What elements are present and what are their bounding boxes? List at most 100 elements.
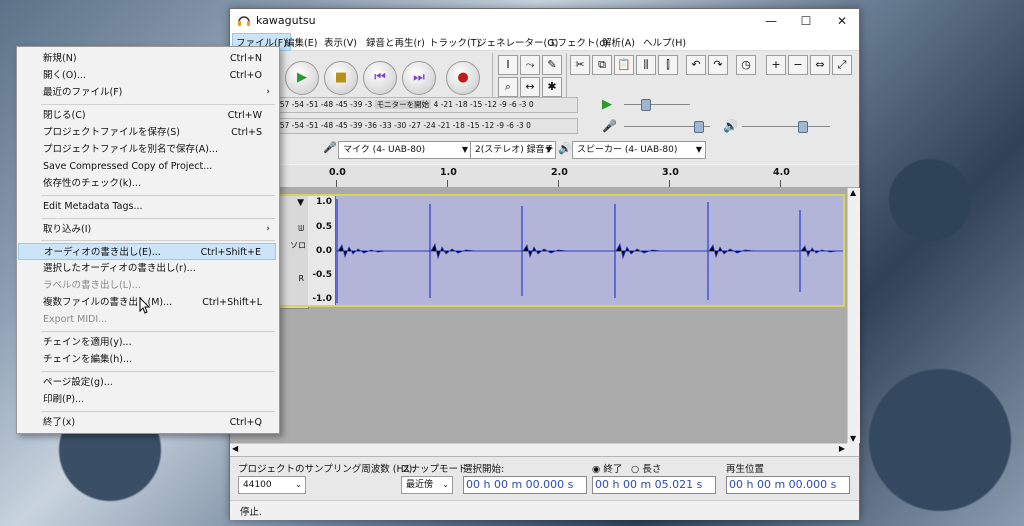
draw-tool-icon[interactable]: ✎	[542, 55, 562, 75]
multi-tool-icon[interactable]: ✱	[542, 77, 562, 97]
skip-end-button[interactable]: ⏭	[402, 61, 436, 95]
recording-volume-thumb[interactable]	[694, 121, 704, 133]
channels-select[interactable]: 2(ステレオ) 録音チ ▼	[470, 141, 556, 159]
stop-button[interactable]: ■	[324, 61, 358, 95]
speaker-volume-icon: 🔊	[723, 119, 738, 133]
maximize-button[interactable]: ☐	[790, 9, 822, 33]
menu-separator	[41, 240, 275, 241]
timeline-ruler[interactable]: 0.0 1.0 2.0 3.0 4.0	[230, 165, 859, 188]
playback-device-select[interactable]: スピーカー (4- UAB-80) ▼	[572, 141, 706, 159]
menu-help[interactable]: ヘルプ(H)	[643, 35, 686, 49]
zoom-out-icon[interactable]: −	[788, 55, 808, 75]
play-button[interactable]: ▶	[285, 61, 319, 95]
ruler-tick	[336, 180, 337, 187]
horizontal-scrollbar[interactable]: ◀ ▶	[230, 443, 847, 456]
play-speed-thumb[interactable]	[641, 99, 651, 111]
menu-separator	[41, 371, 275, 372]
menu-transport[interactable]: 録音と再生(r)	[366, 35, 425, 49]
menu-item-new[interactable]: 新規(N) Ctrl+N	[18, 50, 276, 67]
fit-selection-icon[interactable]: ⇔	[810, 55, 830, 75]
menu-item-apply-chain[interactable]: チェインを適用(y)...	[18, 334, 276, 351]
menu-item-recent-files[interactable]: 最近のファイル(F) ›	[18, 84, 276, 101]
menu-item-open[interactable]: 開く(O)... Ctrl+O	[18, 67, 276, 84]
headphones-icon	[238, 16, 250, 26]
timeshift-tool-icon[interactable]: ↔	[520, 77, 540, 97]
menu-edit[interactable]: 編集(E)	[285, 35, 317, 49]
cut-icon[interactable]: ✂	[570, 55, 590, 75]
menu-analyze[interactable]: 解析(A)	[602, 35, 635, 49]
recording-device-select[interactable]: マイク (4- UAB-80) ▼	[338, 141, 472, 159]
audacity-window: kawagutsu — ☐ ✕ ファイル(F) 編集(E) 表示(V) 録音と再…	[229, 8, 860, 520]
menu-item-save-project[interactable]: プロジェクトファイルを保存(S) Ctrl+S	[18, 124, 276, 141]
menu-item-check-dependencies[interactable]: 依存性のチェック(k)...	[18, 175, 276, 192]
record-button[interactable]: ●	[446, 61, 480, 95]
undo-icon[interactable]: ↶	[686, 55, 706, 75]
close-button[interactable]: ✕	[826, 9, 858, 33]
playback-meter[interactable]: -57 -54 -51 -48 -45 -39 -36 -33 -30 -27 …	[274, 118, 578, 134]
copy-icon[interactable]: ⧉	[592, 55, 612, 75]
trim-icon[interactable]: ⫼	[636, 55, 656, 75]
envelope-tool-icon[interactable]: ⤳	[520, 55, 540, 75]
status-bar: 停止.	[230, 500, 859, 520]
menu-bar: ファイル(F) 編集(E) 表示(V) 録音と再生(r) トラック(T) ジェネ…	[230, 33, 859, 51]
submenu-arrow-icon: ›	[266, 87, 270, 97]
chevron-down-icon: ▼	[545, 145, 552, 154]
minimize-button[interactable]: —	[755, 9, 787, 33]
menu-separator	[41, 218, 275, 219]
menu-item-save-project-as[interactable]: プロジェクトファイルを別名で保存(A)...	[18, 141, 276, 158]
record-meter[interactable]: -57 -54 -51 -48 -45 -39 -3 モニターを開始 4 -21…	[274, 97, 578, 113]
zoom-in-icon[interactable]: +	[766, 55, 786, 75]
scroll-up-icon[interactable]: ▲	[850, 188, 856, 197]
menu-item-edit-chains[interactable]: チェインを編集(h)...	[18, 351, 276, 368]
solo-button[interactable]: ソロ	[290, 240, 306, 251]
vertical-scrollbar[interactable]: ▲ ▼	[847, 188, 860, 443]
play-at-speed-icon[interactable]: ▶	[602, 97, 612, 112]
menu-item-save-compressed[interactable]: Save Compressed Copy of Project...	[18, 158, 276, 175]
menu-tracks[interactable]: トラック(T)	[429, 35, 480, 49]
paste-icon[interactable]: 📋	[614, 55, 634, 75]
play-speed-slider[interactable]	[624, 104, 690, 105]
menu-item-close[interactable]: 閉じる(C) Ctrl+W	[18, 107, 276, 124]
silence-icon[interactable]: ⫿	[658, 55, 678, 75]
redo-icon[interactable]: ↷	[708, 55, 728, 75]
audio-position-time[interactable]: 00 h 00 m 00.000 s	[726, 476, 850, 494]
select-tool-icon[interactable]: I	[498, 55, 518, 75]
selection-start-label: 選択開始:	[463, 464, 505, 475]
scroll-down-icon[interactable]: ▼	[850, 434, 856, 443]
project-rate-select[interactable]: 44100 ⌄	[238, 476, 306, 494]
selection-start-time[interactable]: 00 h 00 m 00.000 s	[463, 476, 587, 494]
waveform[interactable]	[336, 196, 843, 306]
ruler-tick	[558, 180, 559, 187]
menu-item-print[interactable]: 印刷(P)...	[18, 391, 276, 408]
scroll-right-icon[interactable]: ▶	[839, 444, 845, 453]
playback-volume-slider[interactable]	[742, 126, 830, 127]
menu-generate[interactable]: ジェネレーター(G)	[477, 35, 558, 49]
end-radio[interactable]: ◉ 終了	[592, 461, 622, 475]
ruler-label: 0.0	[329, 167, 346, 178]
ruler-tick	[447, 180, 448, 187]
menu-item-exit[interactable]: 終了(x) Ctrl+Q	[18, 414, 276, 431]
playback-volume-thumb[interactable]	[798, 121, 808, 133]
toolbar-separator	[492, 53, 493, 101]
file-menu-dropdown: 新規(N) Ctrl+N 開く(O)... Ctrl+O 最近のファイル(F) › 閉…	[16, 46, 280, 434]
project-rate-label: プロジェクトのサンプリング周波数 (Hz):	[238, 464, 416, 475]
menu-item-export-audio[interactable]: オーディオの書き出し(E)... Ctrl+Shift+E	[18, 243, 276, 260]
scroll-left-icon[interactable]: ◀	[232, 444, 238, 453]
menu-item-page-setup[interactable]: ページ設定(g)...	[18, 374, 276, 391]
selection-end-time[interactable]: 00 h 00 m 05.021 s	[592, 476, 716, 494]
menu-view[interactable]: 表示(V)	[324, 35, 357, 49]
menu-effect[interactable]: エフェクト(c)	[548, 35, 608, 49]
snap-mode-label: スナップモード	[401, 464, 468, 475]
fit-project-icon[interactable]: ⤢	[832, 55, 852, 75]
menu-item-import[interactable]: 取り込み(I) ›	[18, 221, 276, 238]
waveform-graphic	[336, 199, 843, 303]
sync-lock-icon[interactable]: ◷	[736, 55, 756, 75]
length-radio[interactable]: ○ 長さ	[631, 461, 661, 475]
start-monitoring-label[interactable]: モニターを開始	[374, 100, 432, 109]
menu-item-export-selected-audio[interactable]: 選択したオーディオの書き出し(r)...	[18, 260, 276, 277]
skip-start-button[interactable]: ⏮	[363, 61, 397, 95]
track-menu-chevron-icon[interactable]: ▼	[297, 198, 304, 208]
menu-item-edit-metadata[interactable]: Edit Metadata Tags...	[18, 198, 276, 215]
snap-mode-select[interactable]: 最近傍 ⌄	[401, 476, 453, 494]
zoom-tool-icon[interactable]: ⌕	[498, 77, 518, 97]
